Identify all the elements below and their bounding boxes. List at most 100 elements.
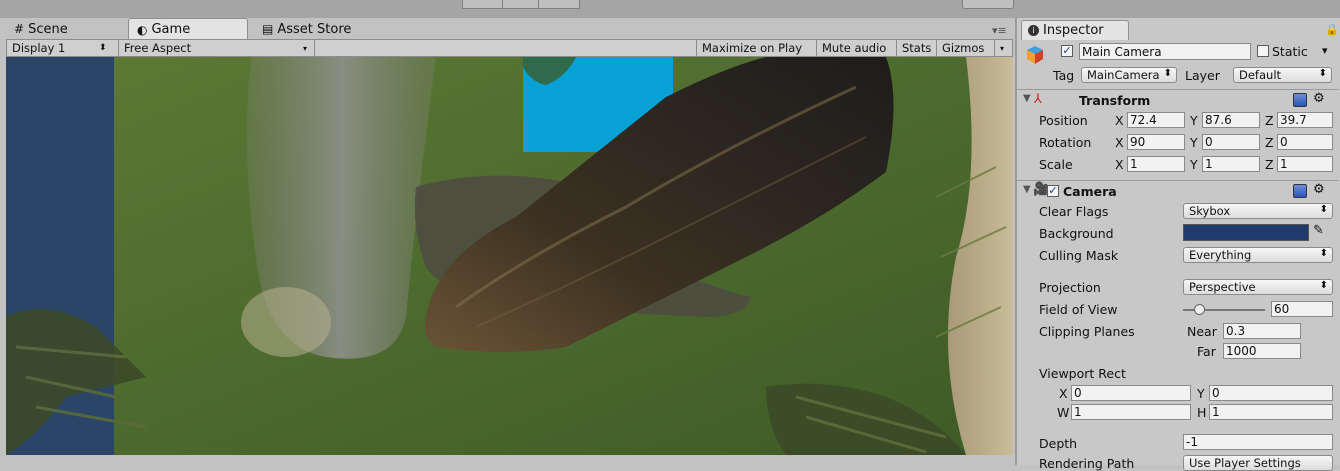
mute-label: Mute audio: [822, 41, 887, 55]
tab-asset-store[interactable]: ▤ Asset Store: [254, 18, 384, 40]
game-view[interactable]: [6, 57, 1013, 455]
gizmos-toggle[interactable]: Gizmos: [936, 40, 994, 56]
fov-slider-track[interactable]: [1183, 304, 1265, 315]
culling-mask-dropdown[interactable]: Everything ⬍: [1183, 247, 1333, 263]
aspect-value: Free Aspect: [124, 41, 192, 55]
tab-game[interactable]: ◐ Game: [128, 18, 248, 40]
background-label: Background: [1039, 226, 1114, 241]
pane-menu-icon[interactable]: ▾≡: [992, 24, 1007, 37]
eyedropper-icon[interactable]: ✎: [1313, 223, 1324, 238]
gameobject-icon: [1023, 43, 1047, 67]
culling-mask-value: Everything: [1189, 248, 1252, 262]
camera-title: Camera: [1063, 184, 1117, 199]
clipping-planes-label: Clipping Planes: [1039, 324, 1135, 339]
transform-title: Transform: [1079, 93, 1151, 108]
mute-audio-toggle[interactable]: Mute audio: [816, 40, 896, 56]
bottom-bar: [0, 455, 1015, 465]
rotation-z-field[interactable]: 0: [1277, 134, 1333, 150]
aspect-dropdown[interactable]: Free Aspect ▾: [119, 40, 315, 56]
maximize-on-play-toggle[interactable]: Maximize on Play: [696, 40, 816, 56]
stats-toggle[interactable]: Stats: [896, 40, 936, 56]
projection-dropdown[interactable]: Perspective ⬍: [1183, 279, 1333, 295]
active-checkbox[interactable]: ✓: [1061, 45, 1073, 57]
tab-inspector[interactable]: i Inspector: [1021, 20, 1129, 40]
tab-label: Inspector: [1043, 23, 1104, 38]
help-icon[interactable]: [1293, 184, 1307, 198]
depth-field[interactable]: -1: [1183, 434, 1333, 450]
viewport-y-field[interactable]: 0: [1209, 385, 1333, 401]
position-x-field[interactable]: 72.4: [1127, 112, 1185, 128]
transform-header[interactable]: ▼ ⅄ Transform ⚙: [1017, 89, 1338, 112]
projection-label: Projection: [1039, 280, 1101, 295]
play-button[interactable]: [462, 0, 504, 9]
tab-label: Game: [151, 22, 191, 37]
updown-icon: ⬍: [1319, 280, 1328, 291]
tag-dropdown[interactable]: MainCamera ⬍: [1081, 67, 1177, 83]
static-checkbox[interactable]: [1257, 45, 1269, 57]
layer-label: Layer: [1185, 68, 1220, 83]
tag-value: MainCamera: [1087, 68, 1160, 82]
axis-x-label: X: [1115, 113, 1124, 128]
help-icon[interactable]: [1293, 93, 1307, 107]
viewport-h-label: H: [1197, 405, 1207, 420]
tab-label: Scene: [28, 21, 68, 37]
foldout-arrow-icon[interactable]: ▼: [1023, 93, 1031, 104]
step-button[interactable]: [538, 0, 580, 9]
viewport-w-value: 1: [1074, 405, 1082, 419]
gear-icon[interactable]: ⚙: [1313, 182, 1325, 197]
transform-icon: ⅄: [1034, 92, 1042, 107]
culling-mask-label: Culling Mask: [1039, 248, 1119, 263]
scale-x-field[interactable]: 1: [1127, 156, 1185, 172]
fov-field[interactable]: 60: [1271, 301, 1333, 317]
position-z-value: 39.7: [1280, 113, 1307, 127]
far-field[interactable]: 1000: [1223, 343, 1301, 359]
foldout-arrow-icon[interactable]: ▼: [1023, 184, 1031, 195]
scale-y-field[interactable]: 1: [1202, 156, 1260, 172]
gizmos-dropdown[interactable]: ▾: [994, 40, 1012, 56]
static-dropdown-icon[interactable]: ▾: [1322, 44, 1328, 57]
lock-icon[interactable]: 🔒: [1325, 23, 1339, 36]
viewport-h-field[interactable]: 1: [1209, 404, 1333, 420]
rendering-path-dropdown[interactable]: Use Player Settings: [1183, 455, 1333, 471]
chevron-down-icon: ▾: [1000, 43, 1005, 53]
position-label: Position: [1039, 113, 1088, 128]
fov-slider-thumb[interactable]: [1194, 304, 1206, 315]
axis-x-label: X: [1115, 135, 1124, 150]
rotation-x-field[interactable]: 90: [1127, 134, 1185, 150]
rendering-path-value: Use Player Settings: [1189, 456, 1301, 470]
rotation-x-value: 90: [1130, 135, 1146, 149]
background-color-swatch[interactable]: [1183, 224, 1309, 241]
viewport-x-field[interactable]: 0: [1071, 385, 1191, 401]
scale-z-field[interactable]: 1: [1277, 156, 1333, 172]
layers-dropdown[interactable]: [962, 0, 1014, 9]
camera-enabled-checkbox[interactable]: ✓: [1047, 185, 1059, 197]
position-y-value: 87.6: [1205, 113, 1232, 127]
tab-label: Asset Store: [277, 21, 352, 37]
far-value: 1000: [1226, 344, 1257, 358]
axis-z-label: Z: [1265, 113, 1274, 128]
position-y-field[interactable]: 87.6: [1202, 112, 1260, 128]
position-z-field[interactable]: 39.7: [1277, 112, 1333, 128]
gear-icon[interactable]: ⚙: [1313, 91, 1325, 106]
display-dropdown[interactable]: Display 1 ⬍: [7, 40, 119, 56]
viewport-w-field[interactable]: 1: [1071, 404, 1191, 420]
clear-flags-dropdown[interactable]: Skybox ⬍: [1183, 203, 1333, 219]
layer-dropdown[interactable]: Default ⬍: [1233, 67, 1332, 83]
near-field[interactable]: 0.3: [1223, 323, 1301, 339]
rendering-path-label: Rendering Path: [1039, 456, 1135, 471]
grid-icon: #: [14, 22, 25, 36]
axis-z-label: Z: [1265, 135, 1274, 150]
viewport-y-label: Y: [1197, 386, 1205, 401]
stats-label: Stats: [902, 41, 932, 55]
camera-header[interactable]: ▼ 🎥 ✓ Camera ⚙: [1017, 180, 1338, 203]
rotation-label: Rotation: [1039, 135, 1092, 150]
tab-scene[interactable]: # Scene: [6, 18, 118, 40]
pause-button[interactable]: [502, 0, 540, 9]
object-name-value: Main Camera: [1082, 44, 1162, 59]
rotation-y-field[interactable]: 0: [1202, 134, 1260, 150]
viewport-y-value: 0: [1212, 386, 1220, 400]
static-label: Static: [1272, 44, 1308, 59]
object-name-field[interactable]: Main Camera: [1079, 43, 1251, 60]
viewport-rect-label: Viewport Rect: [1039, 366, 1126, 381]
updown-icon: ⬍: [1319, 204, 1328, 215]
